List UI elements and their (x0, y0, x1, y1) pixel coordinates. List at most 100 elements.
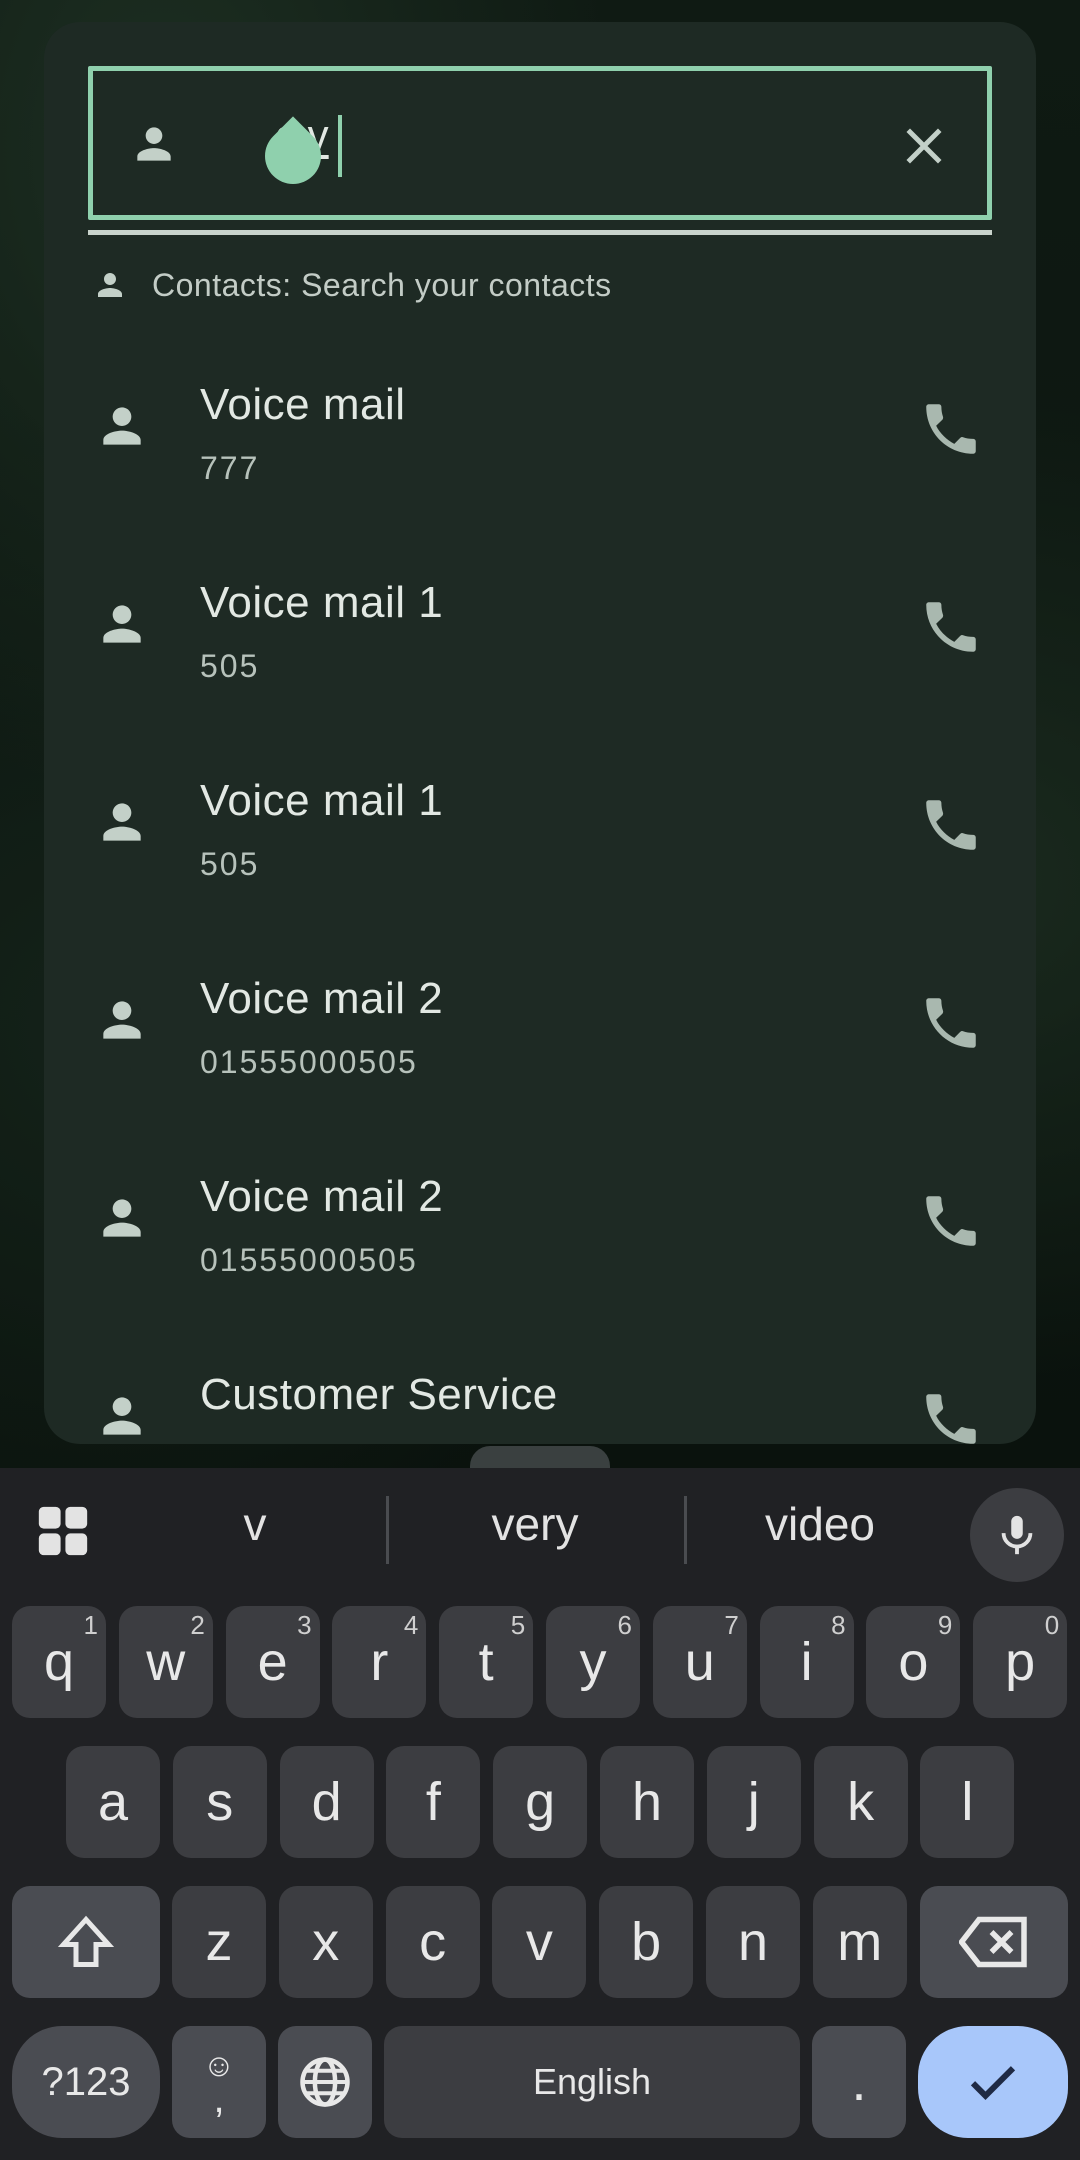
key-hint: 1 (83, 1610, 98, 1640)
key-hint: 9 (937, 1610, 953, 1640)
key-label: i (800, 1632, 813, 1692)
search-field[interactable]: c v (88, 66, 992, 220)
checkmark-icon (970, 2066, 1016, 2100)
key-a[interactable]: a (66, 1746, 160, 1858)
phone-icon[interactable] (918, 1188, 984, 1254)
suggestion-bar: v very video (0, 1468, 1080, 1588)
key-hint: 3 (297, 1610, 312, 1640)
key-label: u (684, 1632, 715, 1692)
key-l[interactable]: l (920, 1746, 1015, 1858)
key-w[interactable]: w2 (118, 1606, 213, 1718)
key-label: o (898, 1632, 929, 1692)
close-icon[interactable] (897, 119, 951, 173)
key-j[interactable]: j (706, 1746, 801, 1858)
key-k[interactable]: k (813, 1746, 908, 1858)
onscreen-keyboard: v very video q1w2e3r4t5y6u7i8o9p0 asdfgh… (0, 1468, 1080, 2160)
key-d[interactable]: d (279, 1746, 374, 1858)
key-label: y (579, 1632, 607, 1692)
phone-icon[interactable] (918, 396, 984, 462)
contact-name: Voice mail 1 (200, 776, 444, 825)
key-hint: 8 (831, 1610, 846, 1640)
key-hint: 0 (1044, 1610, 1060, 1640)
key-label: p (1005, 1632, 1036, 1692)
contact-row[interactable]: Customer Service (44, 1328, 1036, 1444)
key-q[interactable]: q1 (12, 1606, 106, 1718)
contact-results-list: Voice mail 777 Voice mail 1 505 Voice ma… (44, 338, 1036, 1444)
contact-name: Voice mail 2 (200, 1172, 444, 1221)
phone-icon[interactable] (918, 594, 984, 660)
person-icon (103, 1199, 141, 1237)
key-b[interactable]: b (599, 1886, 694, 1998)
key-hint: 5 (510, 1610, 526, 1640)
key-i[interactable]: i8 (759, 1606, 854, 1718)
contact-name: Voice mail (200, 380, 406, 429)
microphone-button[interactable] (970, 1488, 1064, 1582)
language-key[interactable] (278, 2026, 372, 2138)
shift-key[interactable] (12, 1886, 160, 1998)
person-icon (103, 1397, 141, 1435)
contact-name: Voice mail 1 (200, 578, 444, 627)
section-header-label: Contacts: Search your contacts (152, 266, 612, 303)
person-icon (103, 803, 141, 841)
key-label: w (146, 1632, 186, 1692)
key-h[interactable]: h (600, 1746, 694, 1858)
globe-icon (300, 2057, 350, 2107)
key-y[interactable]: y6 (546, 1606, 640, 1718)
key-label: t (478, 1632, 494, 1692)
suggestion-divider (386, 1496, 389, 1564)
key-t[interactable]: t5 (439, 1606, 534, 1718)
period-key[interactable]: . (812, 2026, 906, 2138)
person-icon (103, 605, 141, 643)
apps-grid-icon[interactable] (34, 1502, 92, 1560)
contact-number: 505 (200, 846, 260, 882)
contact-number: 505 (200, 648, 260, 684)
text-cursor (338, 115, 342, 177)
key-n[interactable]: n (706, 1886, 800, 1998)
key-p[interactable]: p0 (973, 1606, 1068, 1718)
key-m[interactable]: m (812, 1886, 907, 1998)
microphone-icon (1001, 1515, 1033, 1555)
section-header: Contacts: Search your contacts (92, 260, 612, 310)
key-c[interactable]: c (385, 1886, 480, 1998)
symbols-key[interactable]: ?123 (12, 2026, 160, 2138)
contact-row[interactable]: Voice mail 2 01555000505 (44, 932, 1036, 1130)
contact-name: Voice mail 2 (200, 974, 444, 1023)
suggestion-3[interactable]: video (710, 1492, 930, 1556)
suggestion-2[interactable]: very (420, 1492, 650, 1556)
enter-key[interactable] (918, 2026, 1068, 2138)
key-e[interactable]: e3 (225, 1606, 320, 1718)
person-icon (103, 407, 141, 445)
phone-icon[interactable] (918, 990, 984, 1056)
contact-row[interactable]: Voice mail 2 01555000505 (44, 1130, 1036, 1328)
key-x[interactable]: x (278, 1886, 373, 1998)
phone-icon[interactable] (918, 792, 984, 858)
person-icon (103, 1001, 141, 1039)
contact-row[interactable]: Voice mail 1 505 (44, 734, 1036, 932)
key-s[interactable]: s (172, 1746, 267, 1858)
phone-icon[interactable] (918, 1386, 984, 1444)
suggestion-1[interactable]: v (150, 1492, 360, 1556)
key-r[interactable]: r4 (332, 1606, 427, 1718)
backspace-key[interactable] (920, 1886, 1068, 1998)
key-hint: 7 (724, 1610, 739, 1640)
person-icon (137, 127, 171, 161)
search-divider (88, 230, 992, 235)
key-label: q (43, 1632, 75, 1692)
contact-row[interactable]: Voice mail 1 505 (44, 536, 1036, 734)
key-g[interactable]: g (493, 1746, 588, 1858)
contact-number: 777 (200, 450, 260, 486)
key-v[interactable]: v (492, 1886, 587, 1998)
emoji-comma-key[interactable]: ☺ , (172, 2026, 266, 2138)
key-z[interactable]: z (172, 1886, 266, 1998)
key-label: e (257, 1632, 288, 1692)
key-hint: 6 (617, 1610, 632, 1640)
key-u[interactable]: u7 (652, 1606, 747, 1718)
person-icon (98, 273, 122, 297)
shift-icon (57, 1915, 115, 1967)
contact-row[interactable]: Voice mail 777 (44, 338, 1036, 536)
backspace-icon (959, 1916, 1027, 1968)
key-o[interactable]: o9 (866, 1606, 961, 1718)
key-f[interactable]: f (386, 1746, 481, 1858)
search-sheet: c v Contacts: Search your contacts Voice… (44, 22, 1036, 1444)
space-key[interactable]: English (384, 2026, 800, 2138)
